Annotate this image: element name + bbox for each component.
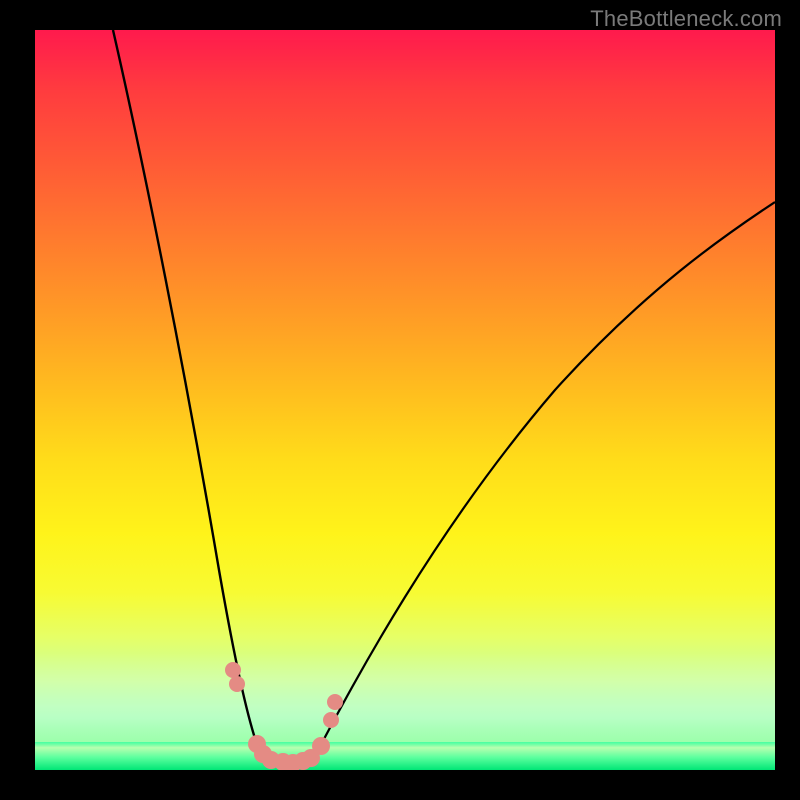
dot-cluster — [225, 662, 343, 770]
watermark-text: TheBottleneck.com — [590, 6, 782, 32]
plot-area — [35, 30, 775, 770]
curve-layer — [35, 30, 775, 770]
chart-frame: TheBottleneck.com — [0, 0, 800, 800]
curve-right — [315, 202, 775, 756]
curve-left — [113, 30, 261, 756]
